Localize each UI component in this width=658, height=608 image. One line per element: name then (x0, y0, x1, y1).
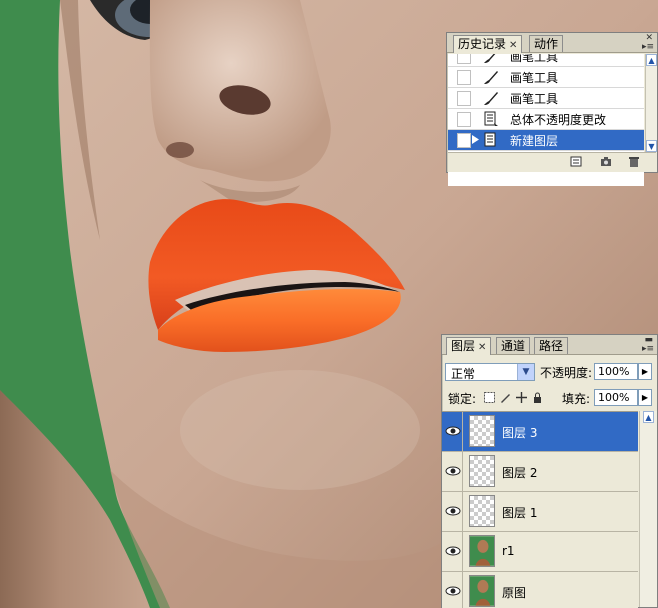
layer-thumbnail (469, 495, 495, 527)
snapshot-icon[interactable] (600, 156, 612, 167)
tab-layers[interactable]: 图层 ✕ (446, 337, 492, 355)
tab-history[interactable]: 历史记录 ✕ (453, 35, 523, 53)
close-icon[interactable]: ✕ (478, 342, 486, 353)
scroll-down-button[interactable]: ▼ (646, 140, 657, 152)
tab-channels-label: 通道 (501, 339, 526, 353)
opacity-slider-button[interactable]: ▶ (638, 363, 652, 380)
close-icon[interactable]: ✕ (509, 40, 517, 51)
layer-row[interactable]: 图层 3 (442, 412, 638, 452)
tab-actions-label: 动作 (534, 37, 559, 51)
eye-icon (445, 506, 461, 516)
history-source-checkbox[interactable] (457, 112, 471, 127)
layers-tabbar: 图层 ✕ 通道 路径 ▬ ▸≡ (442, 335, 657, 355)
chevron-down-icon[interactable]: ▼ (517, 364, 534, 380)
history-item[interactable]: 画笔工具 (448, 54, 644, 67)
layer-row[interactable]: 原图 (442, 572, 638, 608)
layer-photo-thumbnail (469, 535, 495, 567)
panel-menu-icon[interactable]: ▸≡ (642, 344, 654, 354)
history-footer (448, 152, 656, 172)
scroll-up-button[interactable]: ▲ (646, 54, 657, 66)
visibility-toggle[interactable] (442, 572, 463, 608)
panel-menu-icon[interactable]: ▸≡ (642, 42, 654, 52)
trash-icon[interactable] (628, 156, 640, 167)
blend-options-row: 正常 ▼ 不透明度: 100% ▶ (442, 361, 657, 385)
layer-name: 图层 1 (502, 506, 538, 520)
tab-paths[interactable]: 路径 (534, 337, 569, 354)
lock-position-move-icon[interactable] (516, 392, 527, 403)
eye-icon (445, 426, 461, 436)
history-item-label: 画笔工具 (510, 54, 559, 64)
layers-panel: 图层 ✕ 通道 路径 ▬ ▸≡ 正常 ▼ 不透明度: 100% ▶ 锁定: 填充:… (441, 334, 658, 608)
eye-icon (445, 586, 461, 596)
layers-scrollbar[interactable]: ▲ (639, 411, 657, 607)
brush-icon (484, 54, 496, 63)
visibility-toggle[interactable] (442, 492, 463, 531)
history-item[interactable]: 画笔工具 (448, 88, 644, 109)
fill-slider-button[interactable]: ▶ (638, 389, 652, 406)
layer-photo-thumbnail (469, 575, 495, 607)
history-source-checkbox[interactable] (457, 133, 471, 148)
brush-icon (484, 92, 498, 105)
history-item-label: 新建图层 (510, 134, 559, 148)
scroll-up-button[interactable]: ▲ (643, 411, 654, 423)
lock-transparency-icon[interactable] (484, 392, 495, 403)
tab-history-label: 历史记录 (458, 37, 507, 51)
lock-all-icon[interactable] (532, 392, 543, 403)
layer-thumbnail (469, 415, 495, 447)
blend-mode-value: 正常 (451, 367, 476, 381)
tab-actions[interactable]: 动作 (529, 35, 564, 52)
tab-paths-label: 路径 (539, 339, 564, 353)
tab-channels[interactable]: 通道 (496, 337, 531, 354)
tab-layers-label: 图层 (451, 339, 476, 353)
layer-row[interactable]: 图层 1 (442, 492, 638, 532)
opacity-label: 不透明度: (540, 366, 593, 380)
history-source-checkbox[interactable] (457, 54, 471, 64)
history-source-checkbox[interactable] (457, 91, 471, 106)
layer-name: 原图 (502, 586, 527, 600)
document-icon (484, 111, 498, 126)
history-item[interactable]: 总体不透明度更改 (448, 109, 644, 130)
lock-pixels-brush-icon[interactable] (500, 392, 511, 403)
history-item-label: 画笔工具 (510, 71, 559, 85)
visibility-toggle[interactable] (442, 412, 463, 451)
layer-name: 图层 2 (502, 466, 538, 480)
history-item[interactable]: 新建图层 (448, 130, 644, 151)
history-item[interactable]: 画笔工具 (448, 67, 644, 88)
brush-icon (484, 71, 498, 84)
layers-list: 图层 3 图层 2 图层 1 r1 原图 (442, 411, 638, 608)
lock-options-row: 锁定: 填充: 100% ▶ (442, 387, 657, 411)
history-source-checkbox[interactable] (457, 70, 471, 85)
layer-name: 图层 3 (502, 426, 538, 440)
history-scrollbar[interactable]: ▲ ▼ (645, 54, 657, 152)
blend-mode-select[interactable]: 正常 ▼ (445, 363, 535, 381)
fill-field[interactable]: 100% (594, 389, 638, 406)
layer-name: r1 (502, 544, 515, 558)
layer-row[interactable]: r1 (442, 532, 638, 572)
eye-icon (445, 466, 461, 476)
layer-thumbnail (469, 455, 495, 487)
history-item-label: 画笔工具 (510, 92, 559, 106)
eye-icon (445, 546, 461, 556)
lock-label: 锁定: (448, 392, 477, 406)
fill-label: 填充: (562, 392, 591, 406)
history-item-label: 总体不透明度更改 (510, 113, 607, 127)
visibility-toggle[interactable] (442, 452, 463, 491)
history-tabbar: 历史记录 ✕ 动作 ✕ ▸≡ (447, 33, 657, 53)
document-icon (484, 132, 496, 147)
history-panel: 历史记录 ✕ 动作 ✕ ▸≡ 画笔工具 画笔工具 画笔工具 总体不透明度更改 新… (446, 32, 658, 186)
new-document-from-state-icon[interactable] (570, 156, 582, 167)
opacity-field[interactable]: 100% (594, 363, 638, 380)
history-state-marker-icon[interactable] (472, 135, 479, 144)
visibility-toggle[interactable] (442, 532, 463, 571)
layer-row[interactable]: 图层 2 (442, 452, 638, 492)
